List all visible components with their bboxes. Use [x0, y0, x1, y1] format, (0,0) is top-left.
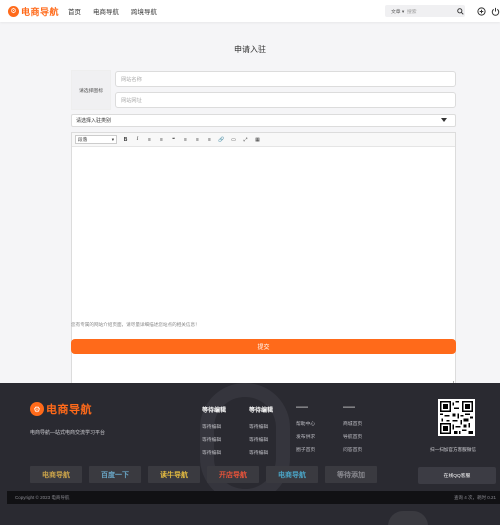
- category-select[interactable]: 请选择入驻类别: [71, 114, 456, 127]
- power-icon[interactable]: [490, 6, 500, 16]
- site-logo[interactable]: ⚙ 电商导航: [8, 4, 59, 18]
- gear-logo-icon: ⚙: [30, 402, 44, 416]
- nav-crossborder[interactable]: 跨境导航: [131, 6, 157, 16]
- footer-column-title: 等待编辑: [202, 408, 227, 414]
- site-name-input[interactable]: 网站名称: [115, 71, 456, 87]
- submit-button[interactable]: 提交: [71, 339, 456, 354]
- footer-column-title: ------: [343, 405, 355, 411]
- footer-link[interactable]: 等待编辑: [249, 449, 273, 456]
- search-input[interactable]: 搜索: [407, 8, 455, 15]
- align-right-icon[interactable]: ≡: [206, 137, 213, 143]
- site-footer: ⚙ 电商导航 电商导航—站式电商交流学习平台 等待编辑 等待编辑 等待编辑 等待…: [0, 383, 500, 525]
- icon-upload[interactable]: 请选择图标: [71, 70, 111, 110]
- copyright-text: Copyright © 2023 电商导航: [15, 494, 70, 500]
- search-box: 文章 ▾ 搜索: [385, 5, 465, 17]
- format-select[interactable]: 段落 ▾: [75, 135, 117, 144]
- numbered-list-icon[interactable]: ≡: [158, 137, 165, 143]
- italic-button[interactable]: I: [134, 137, 141, 142]
- partner-logo[interactable]: 电商导航: [30, 466, 82, 483]
- link-icon[interactable]: 🔗: [218, 137, 225, 143]
- footer-decoration: [388, 511, 428, 525]
- footer-column: ------ 商城首页 导航首页 问答首页: [343, 405, 362, 459]
- nav-home[interactable]: 首页: [68, 6, 81, 16]
- footer-link-supply[interactable]: 发布供求: [296, 433, 315, 440]
- main-nav: 首页 电商导航 跨境导航: [68, 6, 157, 16]
- format-select-label: 段落: [78, 136, 88, 142]
- bold-button[interactable]: B: [122, 137, 129, 143]
- gear-logo-icon: ⚙: [8, 5, 19, 17]
- editor-toolbar: 段落 ▾ B I ≡ ≡ ❝ ≡ ≡ ≡ 🔗 ▭ ⤢ ▦: [72, 133, 455, 147]
- align-left-icon[interactable]: ≡: [182, 137, 189, 143]
- site-header: ⚙ 电商导航 首页 电商导航 跨境导航 文章 ▾ 搜索: [0, 0, 500, 22]
- logo-text: 电商导航: [21, 6, 60, 17]
- apply-form: 请选择图标 网站名称 网站网址 请选择入驻类别 段落 ▾ B I ≡ ≡ ❝ ≡…: [71, 70, 456, 388]
- footer-logo[interactable]: ⚙ 电商导航: [30, 401, 92, 417]
- qq-support-button[interactable]: 在线QQ客服: [418, 467, 496, 484]
- footer-link-qa[interactable]: 问答首页: [343, 446, 362, 453]
- footer-link[interactable]: 等待编辑: [249, 423, 273, 430]
- footer-slogan: 电商导航—站式电商交流学习平台: [30, 430, 106, 436]
- copyright-bar: Copyright © 2023 电商导航 查询 4 次，耗时 0.21: [7, 491, 500, 504]
- footer-link[interactable]: 等待编辑: [202, 423, 226, 430]
- query-stats: 查询 4 次，耗时 0.21: [453, 494, 496, 500]
- footer-column-title: ------: [296, 405, 308, 411]
- nav-ecommerce[interactable]: 电商导航: [93, 6, 119, 16]
- footer-link-help[interactable]: 帮助中心: [296, 420, 315, 427]
- search-type-select[interactable]: 文章 ▾: [385, 8, 407, 15]
- footer-column: 等待编辑 等待编辑 等待编辑 等待编辑: [249, 405, 273, 462]
- footer-link[interactable]: 等待编辑: [202, 449, 226, 456]
- partner-links: 电商导航 百度一下 读牛导航 开店导航 电商导航 等待添加: [30, 466, 377, 483]
- search-icon[interactable]: [455, 7, 465, 15]
- footer-link[interactable]: 等待编辑: [249, 436, 273, 443]
- partner-logo[interactable]: 开店导航: [207, 466, 259, 483]
- site-url-input[interactable]: 网站网址: [115, 92, 456, 108]
- partner-logo[interactable]: 电商导航: [266, 466, 318, 483]
- partner-logo[interactable]: 读牛导航: [148, 466, 200, 483]
- partner-logo[interactable]: 百度一下: [89, 466, 141, 483]
- bullet-list-icon[interactable]: ≡: [146, 137, 153, 143]
- qr-caption: 扫一扫加官方客服微信: [430, 447, 476, 452]
- caret-down-icon: [441, 117, 447, 124]
- blockquote-icon[interactable]: ❝: [170, 137, 177, 143]
- table-icon[interactable]: ▦: [254, 137, 261, 143]
- footer-link-nav[interactable]: 导航首页: [343, 433, 362, 440]
- footer-column-title: 等待编辑: [249, 408, 274, 414]
- align-center-icon[interactable]: ≡: [194, 137, 201, 143]
- form-hint: 您有专属的网站介绍页面，请尽量详细描述您站点的相关信息！: [71, 322, 200, 327]
- footer-logo-text: 电商导航: [46, 404, 92, 416]
- caret-down-icon: ▾: [111, 136, 114, 142]
- page-title: 申请入驻: [234, 45, 266, 54]
- fullscreen-icon[interactable]: ⤢: [242, 137, 249, 143]
- qr-code-icon: [438, 399, 475, 436]
- footer-column: 等待编辑 等待编辑 等待编辑 等待编辑: [202, 405, 226, 462]
- footer-link[interactable]: 等待编辑: [202, 436, 226, 443]
- footer-link-shop[interactable]: 商城首页: [343, 420, 362, 427]
- footer-link-circle[interactable]: 圈子首页: [296, 446, 315, 453]
- category-select-label: 请选择入驻类别: [76, 118, 112, 124]
- image-icon[interactable]: ▭: [230, 137, 237, 143]
- footer-column: ------ 帮助中心 发布供求 圈子首页: [296, 405, 315, 459]
- plus-circle-icon[interactable]: [476, 6, 486, 16]
- partner-logo[interactable]: 等待添加: [325, 466, 377, 483]
